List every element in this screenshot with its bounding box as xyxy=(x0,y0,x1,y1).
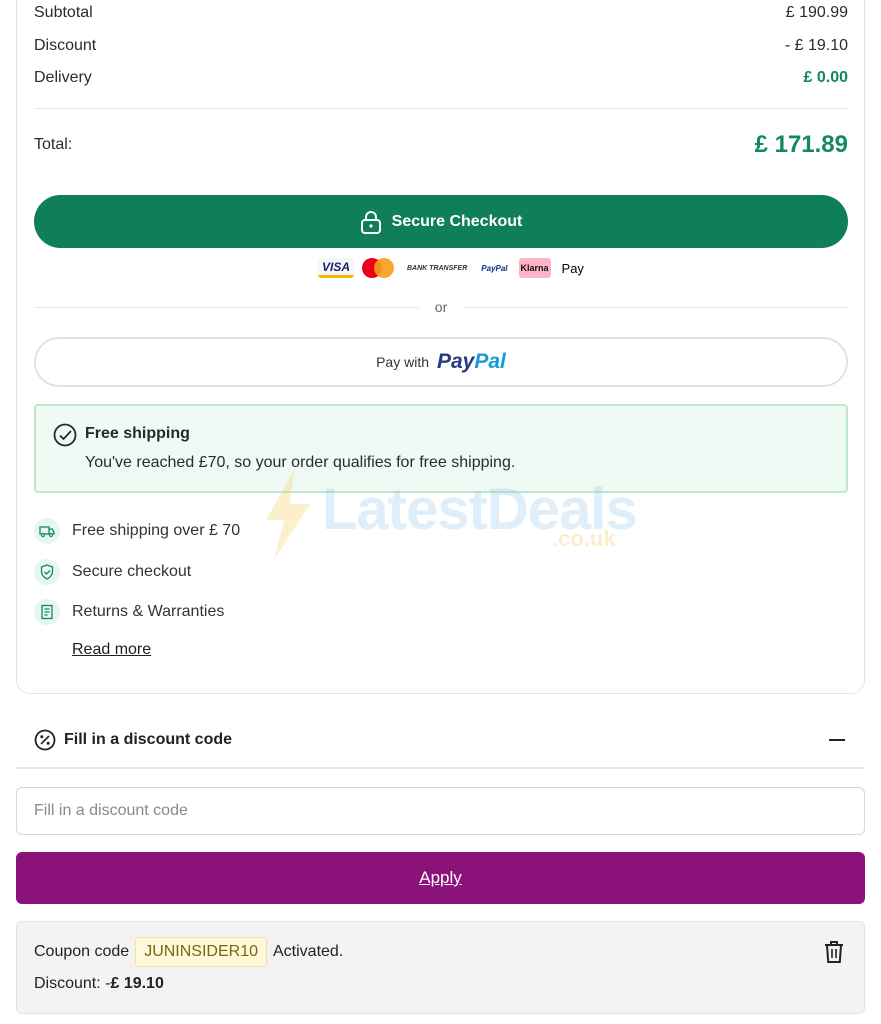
discount-value: - £ 19.10 xyxy=(784,37,848,54)
coupon-discount-value: £ 19.10 xyxy=(110,975,164,992)
discount-row: Discount - £ 19.10 xyxy=(34,37,848,55)
coupon-code-badge: JUNINSIDER10 xyxy=(135,937,267,967)
secure-checkout-label: Secure Checkout xyxy=(391,212,523,230)
free-shipping-notice: Free shipping You've reached £70, so you… xyxy=(34,404,848,493)
bank-transfer-logo: BANK TRANSFER xyxy=(407,264,468,272)
subtotal-label: Subtotal xyxy=(34,4,93,21)
receipt-icon xyxy=(34,599,60,625)
delivery-label: Delivery xyxy=(34,69,92,86)
collapse-minus-icon[interactable] xyxy=(829,739,845,741)
discount-header-title: Fill in a discount code xyxy=(64,731,233,748)
coupon-discount: Discount: -£ 19.10 xyxy=(34,975,164,993)
benefit-label: Secure checkout xyxy=(72,563,192,580)
klarna-logo: Klarna xyxy=(518,258,551,278)
benefit-secure-checkout: Secure checkout xyxy=(34,559,191,585)
benefit-returns: Returns & Warranties xyxy=(34,599,224,625)
coupon-line: Coupon code JUNINSIDER10 Activated. xyxy=(34,937,343,967)
lock-icon xyxy=(360,210,381,234)
delivery-row: Delivery £ 0.00 xyxy=(34,69,848,87)
free-shipping-text: You've reached £70, so your order qualif… xyxy=(85,454,516,471)
benefit-free-shipping: Free shipping over £ 70 xyxy=(34,518,240,544)
apply-button[interactable]: Apply xyxy=(16,852,865,904)
coupon-discount-prefix: Discount: - xyxy=(34,975,111,992)
apple-pay-logo: Pay xyxy=(561,260,584,276)
discount-code-toggle[interactable]: Fill in a discount code xyxy=(16,713,865,769)
truck-icon xyxy=(34,518,60,544)
subtotal-row: Subtotal £ 190.99 xyxy=(34,4,848,22)
benefit-label: Free shipping over £ 70 xyxy=(72,522,241,539)
secure-checkout-button[interactable]: Secure Checkout xyxy=(34,195,848,248)
applied-coupon: Coupon code JUNINSIDER10 Activated. Disc… xyxy=(16,921,865,1014)
or-label: or xyxy=(434,299,448,315)
paypal-prefix: Pay with xyxy=(376,354,429,370)
read-more-link[interactable]: Read more xyxy=(72,641,151,659)
discount-code-input[interactable] xyxy=(16,787,865,835)
total-value: £ 171.89 xyxy=(754,131,848,158)
benefit-label: Returns & Warranties xyxy=(72,603,225,620)
total-row: Total: £ 171.89 xyxy=(34,131,848,159)
free-shipping-title: Free shipping xyxy=(85,425,190,442)
paypal-button[interactable]: Pay with PayPal xyxy=(34,337,848,387)
percent-icon xyxy=(34,729,56,751)
coupon-prefix: Coupon code xyxy=(34,943,130,960)
shield-check-icon xyxy=(34,559,60,585)
mastercard-logo xyxy=(362,258,396,278)
delivery-value: £ 0.00 xyxy=(803,69,848,86)
coupon-status: Activated. xyxy=(273,943,344,960)
or-separator: or xyxy=(34,299,849,315)
trash-icon[interactable] xyxy=(822,939,846,965)
subtotal-value: £ 190.99 xyxy=(785,4,848,21)
paypal-wordmark: PayPal xyxy=(437,350,506,373)
payment-methods: VISA BANK TRANSFER PayPal Klarna Pay xyxy=(318,256,587,280)
check-circle-icon xyxy=(53,423,77,447)
discount-label: Discount xyxy=(34,37,97,54)
paypal-logo: PayPal xyxy=(481,263,508,273)
total-label: Total: xyxy=(34,136,73,153)
summary-divider xyxy=(34,108,848,109)
visa-logo: VISA xyxy=(318,258,354,278)
